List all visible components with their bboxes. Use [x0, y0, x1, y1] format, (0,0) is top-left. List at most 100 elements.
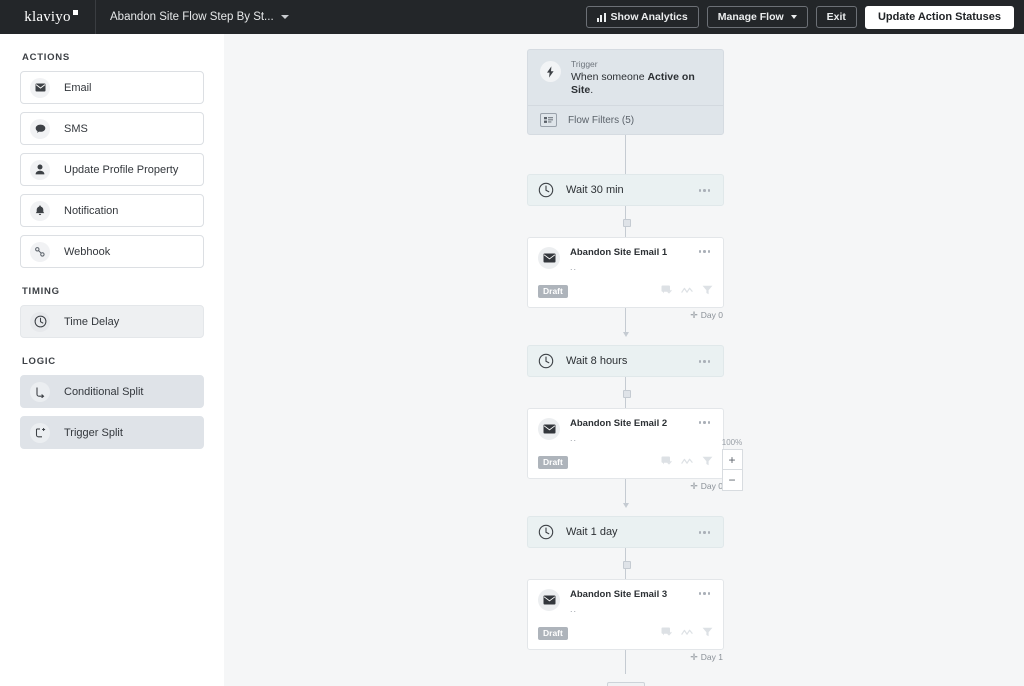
email-card-meta: Abandon Site Email 2 ..	[570, 418, 696, 443]
manage-flow-label: Manage Flow	[717, 11, 784, 23]
step-menu-button[interactable]	[696, 186, 714, 195]
flow-title-dropdown[interactable]: Abandon Site Flow Step By St...	[110, 11, 289, 23]
top-header-bar: klaviyo Abandon Site Flow Step By St... …	[0, 0, 1024, 34]
day-tag: ✛ Day 1	[690, 652, 723, 662]
funnel-filter-icon[interactable]	[702, 453, 713, 471]
step-menu-button[interactable]	[696, 357, 714, 366]
funnel-filter-icon[interactable]	[702, 624, 713, 642]
update-action-statuses-button[interactable]: Update Action Statuses	[864, 5, 1014, 29]
connector-line	[625, 479, 626, 504]
trigger-desc-prefix: When someone	[571, 71, 648, 83]
palette-label-sms: SMS	[64, 122, 88, 135]
email-card-name: Abandon Site Email 1	[570, 247, 668, 259]
connector-arrow-icon	[622, 503, 629, 509]
exit-button[interactable]: Exit	[815, 6, 857, 28]
section-label-timing: TIMING	[22, 286, 60, 297]
exit-label: Exit	[826, 11, 846, 23]
day-tag-label: Day 0	[700, 310, 723, 321]
chat-bubble-icon	[30, 118, 50, 139]
step-menu-button[interactable]	[696, 528, 714, 537]
palette-label-webhook: Webhook	[64, 245, 111, 258]
palette-item-update-profile-property[interactable]: Update Profile Property	[20, 153, 204, 186]
bar-chart-icon	[596, 12, 606, 22]
step-menu-button[interactable]	[696, 418, 714, 427]
email-card-header: Abandon Site Email 1 ..	[538, 247, 713, 272]
trigger-text: Trigger When someone Active on Site.	[571, 59, 711, 97]
clock-icon	[30, 311, 50, 332]
message-check-icon[interactable]	[661, 453, 672, 471]
email-card-subtitle: ..	[570, 433, 578, 444]
wait-card-label: Wait 8 hours	[566, 355, 628, 368]
wait-card-label: Wait 30 min	[566, 184, 624, 197]
flow-filters-row[interactable]: Flow Filters (5)	[528, 105, 723, 134]
message-check-icon[interactable]	[661, 624, 672, 642]
email-card-2[interactable]: Abandon Site Email 2 .. Draft ✛ Day 0	[527, 408, 724, 491]
palette-label-conditional-split: Conditional Split	[64, 385, 144, 398]
zoom-control: 100% + −	[721, 438, 743, 491]
link-chain-icon	[30, 241, 50, 262]
wait-card-1-day[interactable]: Wait 1 day	[527, 516, 724, 549]
day-tag: ✛ Day 0	[690, 310, 723, 320]
palette-item-trigger-split[interactable]: Trigger Split	[20, 416, 204, 449]
palette-item-webhook[interactable]: Webhook	[20, 235, 204, 268]
connector-line	[622, 377, 631, 409]
trigger-card[interactable]: Trigger When someone Active on Site. Flo…	[527, 49, 724, 136]
split-path-icon[interactable]	[681, 453, 693, 471]
flow-canvas[interactable]: Trigger When someone Active on Site. Flo…	[224, 34, 1024, 686]
email-card-3[interactable]: Abandon Site Email 3 .. Draft ✛ Day 1	[527, 579, 724, 662]
branch-split-icon	[30, 381, 50, 402]
wait-card-30-min[interactable]: Wait 30 min	[527, 174, 724, 207]
plus-icon: ✛	[690, 651, 698, 662]
connector-arrow-icon	[622, 332, 629, 338]
wait-card-8-hours[interactable]: Wait 8 hours	[527, 345, 724, 378]
chevron-down-icon	[280, 15, 289, 19]
flow-title-text: Abandon Site Flow Step By St...	[110, 11, 274, 23]
palette-item-conditional-split[interactable]: Conditional Split	[20, 375, 204, 408]
update-action-statuses-label: Update Action Statuses	[877, 11, 1001, 23]
zoom-in-button[interactable]: +	[721, 449, 743, 470]
email-card-name: Abandon Site Email 3	[570, 589, 668, 601]
wait-card-label: Wait 1 day	[566, 526, 618, 539]
zoom-out-button[interactable]: −	[721, 470, 743, 491]
envelope-icon	[30, 77, 50, 98]
palette-item-time-delay[interactable]: Time Delay	[20, 305, 204, 338]
klaviyo-logo[interactable]: klaviyo	[0, 0, 96, 34]
palette-label-notification: Notification	[64, 204, 119, 217]
bell-icon	[30, 200, 50, 221]
zoom-percent-label: 100%	[721, 438, 743, 447]
exit-node[interactable]: EXIT	[606, 682, 645, 686]
palette-label-time-delay: Time Delay	[64, 315, 120, 328]
day-tag-label: Day 0	[700, 481, 723, 492]
palette-item-sms[interactable]: SMS	[20, 112, 204, 145]
flow-chain: Trigger When someone Active on Site. Flo…	[527, 49, 724, 686]
funnel-filter-icon[interactable]	[702, 282, 713, 300]
plus-icon: ✛	[690, 309, 698, 320]
step-menu-button[interactable]	[696, 589, 714, 598]
flow-filters-icon	[540, 113, 557, 128]
section-label-logic: LOGIC	[22, 356, 56, 367]
trigger-label: Trigger	[571, 59, 598, 69]
email-card-icon-group	[661, 282, 713, 300]
trigger-description: When someone Active on Site.	[571, 71, 711, 97]
message-check-icon[interactable]	[661, 282, 672, 300]
day-tag: ✛ Day 0	[690, 481, 723, 491]
split-path-icon[interactable]	[681, 624, 693, 642]
split-path-icon[interactable]	[681, 282, 693, 300]
email-card-footer: Draft	[538, 624, 713, 642]
connector-line	[625, 650, 626, 675]
status-badge: Draft	[538, 285, 568, 298]
clock-icon	[538, 182, 555, 199]
palette-item-email[interactable]: Email	[20, 71, 204, 104]
manage-flow-button[interactable]: Manage Flow	[706, 6, 808, 28]
email-card-1[interactable]: Abandon Site Email 1 .. Draft ✛ Day 0	[527, 237, 724, 320]
envelope-icon	[538, 418, 560, 441]
component-palette-sidebar: ACTIONS Email SMS Update Profile Propert…	[0, 34, 224, 686]
palette-item-notification[interactable]: Notification	[20, 194, 204, 227]
envelope-icon	[538, 247, 560, 270]
clock-icon	[538, 524, 555, 541]
status-badge: Draft	[538, 627, 568, 640]
section-label-actions: ACTIONS	[22, 52, 70, 63]
email-card-name: Abandon Site Email 2	[570, 418, 668, 430]
step-menu-button[interactable]	[696, 247, 714, 256]
show-analytics-button[interactable]: Show Analytics	[585, 6, 699, 28]
